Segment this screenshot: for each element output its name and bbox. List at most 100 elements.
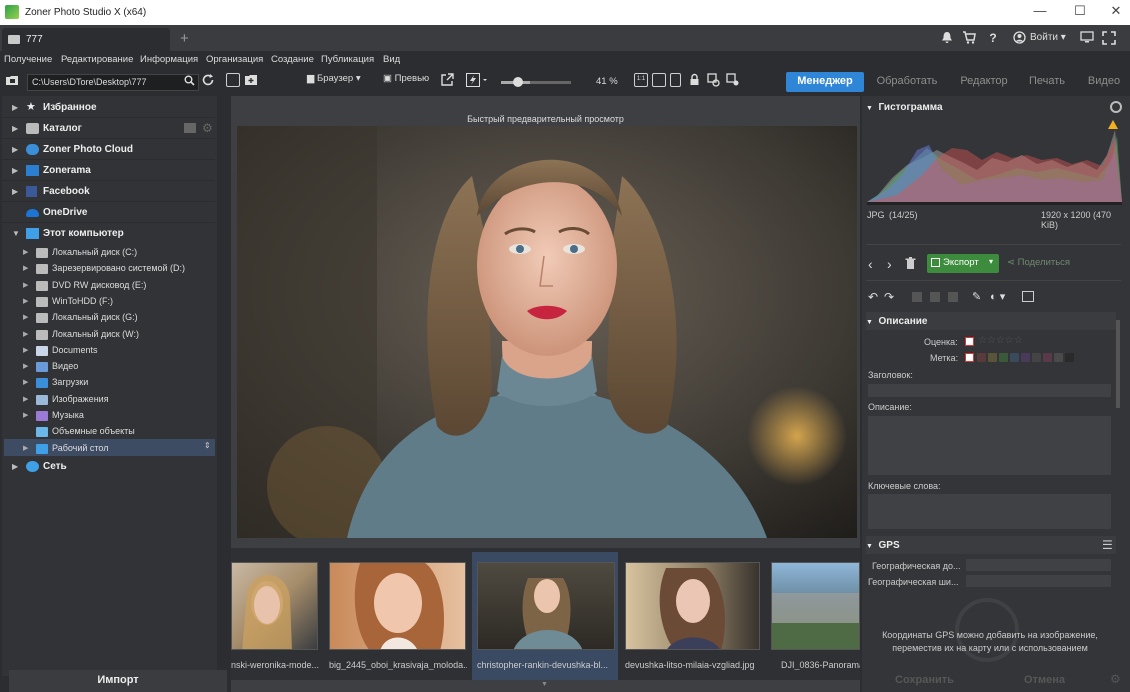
color-label-green[interactable]: [999, 353, 1008, 362]
actual-size-icon[interactable]: 1:1: [634, 73, 648, 91]
tab-print[interactable]: Печать: [1022, 72, 1072, 92]
menu-edit[interactable]: Редактирование: [61, 54, 133, 65]
histogram-options-icon[interactable]: [1110, 101, 1122, 113]
clear-rating-icon[interactable]: [965, 337, 974, 346]
fit-screen-icon[interactable]: [652, 73, 666, 91]
thumbnail[interactable]: [477, 562, 615, 650]
notifications-bell-icon[interactable]: [940, 31, 954, 45]
expand-arrow-icon[interactable]: ▶: [23, 281, 28, 289]
rating-stars[interactable]: ☆☆☆☆☆: [978, 335, 1023, 346]
sidebar-item-this-pc[interactable]: ▼ Этот компьютер: [2, 224, 215, 244]
color-label-red[interactable]: [977, 353, 986, 362]
thumbnail[interactable]: [329, 562, 466, 650]
path-input[interactable]: C:\Users\DTore\Desktop\777: [27, 74, 199, 91]
import-button[interactable]: Импорт: [9, 670, 227, 692]
thumbnail[interactable]: [231, 562, 318, 650]
clear-label-icon[interactable]: [965, 353, 974, 362]
description-header[interactable]: ▼ Описание: [866, 316, 1116, 334]
expand-arrow-icon[interactable]: ▶: [23, 264, 28, 272]
menu-info[interactable]: Информация: [140, 54, 198, 65]
browser-view-button[interactable]: ▆ Браузер ▾: [307, 73, 361, 91]
next-image-icon[interactable]: ›: [887, 256, 892, 272]
sidebar-subitem[interactable]: ▶ Локальный диск (G:): [2, 310, 215, 326]
sidebar-item-zonerama[interactable]: ▶ Zonerama: [2, 161, 215, 181]
screenshot-icon[interactable]: [226, 73, 240, 91]
close-button[interactable]: ✕: [1102, 3, 1130, 21]
sidebar-item-network[interactable]: ▶ Сеть: [2, 457, 215, 477]
expand-arrow-icon[interactable]: ▶: [23, 411, 28, 419]
sidebar-item-facebook[interactable]: ▶ Facebook: [2, 182, 215, 202]
color-label-blue[interactable]: [1010, 353, 1019, 362]
color-label-yellow[interactable]: [988, 353, 997, 362]
gear-icon[interactable]: ⚙: [202, 121, 213, 135]
share-button[interactable]: ⋖ Поделиться: [1007, 257, 1070, 268]
sidebar-subitem[interactable]: ▶ Загрузки: [2, 375, 215, 391]
effects-icon[interactable]: ◐ ▾: [990, 290, 1005, 303]
menu-create[interactable]: Создание: [271, 54, 314, 65]
tab-777[interactable]: 777: [2, 28, 170, 51]
sidebar-subitem[interactable]: Объемные объекты: [2, 424, 215, 440]
menu-view[interactable]: Вид: [383, 54, 400, 65]
panel-scrollbar[interactable]: [1116, 320, 1120, 408]
color-label-purple[interactable]: [1021, 353, 1030, 362]
expand-arrow-icon[interactable]: ▶: [23, 297, 28, 305]
sidebar-subitem[interactable]: ▶ DVD RW дисковод (E:): [2, 278, 215, 294]
rotate-left-icon[interactable]: ↶: [868, 290, 878, 304]
sidebar-subitem[interactable]: ▶ Изображения: [2, 392, 215, 408]
sidebar-subitem[interactable]: ▶ Музыка: [2, 408, 215, 424]
thumbnail[interactable]: [625, 562, 760, 650]
tab-video[interactable]: Видео: [1082, 72, 1126, 92]
zoom-slider-handle[interactable]: [512, 77, 523, 87]
sidebar-subitem[interactable]: ▶ Локальный диск (W:): [2, 327, 215, 343]
add-folder-icon[interactable]: [184, 123, 196, 133]
expand-arrow-icon[interactable]: ▶: [12, 103, 18, 112]
expand-arrow-icon[interactable]: ▶: [23, 395, 28, 403]
expand-arrow-icon[interactable]: ▶: [12, 145, 18, 154]
shopping-cart-icon[interactable]: [962, 31, 976, 45]
sidebar-subitem[interactable]: ▶ Зарезервировано системой (D:): [2, 261, 215, 277]
tab-editor[interactable]: Редактор: [954, 72, 1014, 92]
sidebar-item-cloud[interactable]: ▶ Zoner Photo Cloud: [2, 140, 215, 160]
tools-icon[interactable]: ✎: [972, 290, 981, 303]
export-button[interactable]: Экспорт ▾: [927, 254, 999, 273]
expand-arrow-icon[interactable]: ▶: [23, 248, 28, 256]
paste-icon[interactable]: [930, 292, 940, 302]
maximize-button[interactable]: ☐: [1066, 3, 1094, 21]
sidebar-subitem[interactable]: ▶ Рабочий стол: [2, 441, 215, 457]
thumbnail[interactable]: [771, 562, 860, 650]
sidebar-subitem[interactable]: ▶ WinToHDD (F:): [2, 294, 215, 310]
gear-icon[interactable]: ⚙: [1110, 672, 1121, 686]
filmstrip-collapse-icon[interactable]: ▼: [541, 681, 548, 688]
fullscreen-icon[interactable]: [1102, 31, 1116, 45]
rotate-right-icon[interactable]: ↷: [884, 290, 894, 304]
tab-develop[interactable]: Обработать: [872, 72, 942, 92]
help-icon[interactable]: ?: [986, 31, 1000, 45]
chevron-down-icon[interactable]: ▾: [989, 257, 993, 266]
search-icon[interactable]: [184, 75, 195, 93]
expand-arrow-icon[interactable]: ▶: [12, 166, 18, 175]
longitude-input[interactable]: [966, 575, 1111, 587]
sidebar-item-onedrive[interactable]: OneDrive: [2, 203, 215, 223]
login-button[interactable]: Войти ▾: [1030, 32, 1066, 43]
expand-arrow-icon[interactable]: ▶: [12, 124, 18, 133]
open-external-icon[interactable]: [441, 73, 454, 91]
expand-arrow-icon[interactable]: ▶: [23, 313, 28, 321]
duplicate-icon[interactable]: [948, 292, 958, 302]
latitude-input[interactable]: [966, 559, 1111, 571]
color-label-black[interactable]: [1065, 353, 1074, 362]
previous-image-icon[interactable]: ‹: [868, 256, 873, 272]
compare-icon[interactable]: [707, 73, 721, 91]
minimize-button[interactable]: —: [1026, 3, 1054, 21]
sidebar-item-catalog[interactable]: ▶ Каталог ⚙: [2, 119, 215, 139]
trash-icon[interactable]: [905, 257, 916, 273]
tab-manager[interactable]: Менеджер: [786, 72, 864, 92]
browse-folders-icon[interactable]: [5, 73, 19, 91]
copy-icon[interactable]: [912, 292, 922, 302]
color-label-gray[interactable]: [1032, 353, 1041, 362]
save-button[interactable]: Сохранить: [895, 674, 954, 686]
screen-mode-icon[interactable]: [1080, 31, 1094, 45]
color-label-pink[interactable]: [1043, 353, 1052, 362]
expand-arrow-icon[interactable]: ▶: [23, 378, 28, 386]
user-avatar-icon[interactable]: [1012, 31, 1026, 45]
lock-icon[interactable]: [689, 73, 700, 91]
